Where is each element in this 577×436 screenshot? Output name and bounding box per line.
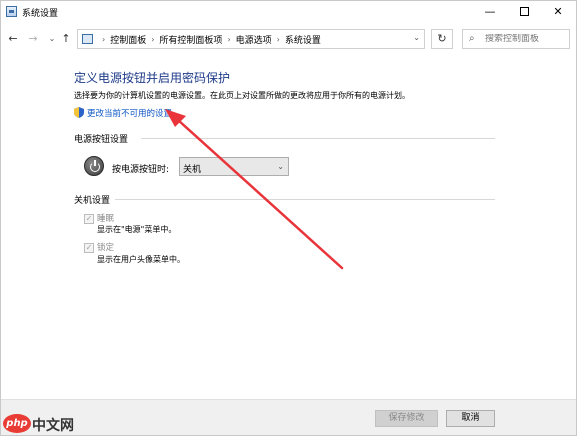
uac-shield-icon — [74, 107, 84, 118]
lock-description: 显示在用户头像菜单中。 — [97, 255, 185, 264]
chevron-right-icon[interactable]: › — [227, 35, 230, 44]
up-button[interactable]: ↑ — [59, 31, 73, 47]
save-changes-button[interactable]: 保存修改 — [375, 410, 438, 427]
breadcrumb-item-system-settings[interactable]: 系统设置 — [285, 33, 321, 46]
section-divider — [141, 138, 495, 139]
cancel-button[interactable]: 取消 — [446, 410, 495, 427]
recent-locations-dropdown[interactable]: ⌄ — [45, 31, 59, 47]
select-value: 关机 — [183, 165, 202, 175]
chevron-right-icon[interactable]: › — [151, 35, 154, 44]
close-button[interactable]: ✕ — [541, 1, 575, 23]
sleep-description: 显示在"电源"菜单中。 — [97, 225, 177, 234]
watermark-text: 中文网 — [32, 418, 74, 434]
power-button-label: 按电源按钮时: — [112, 165, 170, 175]
control-panel-icon — [82, 34, 93, 44]
minimize-button[interactable]: — — [473, 1, 507, 23]
chevron-down-icon[interactable]: ⌄ — [413, 33, 420, 42]
search-input[interactable] — [485, 34, 567, 44]
window-title: 系统设置 — [22, 9, 59, 19]
breadcrumb-item-power-options[interactable]: 电源选项 — [236, 33, 272, 46]
maximize-button[interactable] — [507, 1, 541, 23]
forward-button[interactable]: → — [26, 31, 40, 47]
lock-checkbox[interactable]: ✓ — [84, 243, 94, 253]
lock-label: 锁定 — [97, 243, 115, 253]
site-watermark: php 中文网 — [0, 413, 90, 435]
power-button-section-title: 电源按钮设置 — [74, 135, 129, 145]
title-bar: 系统设置 — ✕ — [1, 1, 576, 23]
refresh-button[interactable]: ↻ — [431, 29, 453, 49]
control-panel-icon — [6, 6, 17, 17]
page-title: 定义电源按钮并启用密码保护 — [74, 71, 231, 85]
chevron-right-icon: › — [102, 34, 106, 44]
sleep-checkbox[interactable]: ✓ — [84, 214, 94, 224]
page-description: 选择要为你的计算机设置的电源设置。在此页上对设置所做的更改将应用于你所有的电源计… — [74, 91, 410, 100]
power-icon — [84, 156, 104, 176]
maximize-icon — [519, 6, 529, 16]
breadcrumb: › 控制面板 › 所有控制面板项 › 电源选项 › 系统设置 — [97, 30, 321, 48]
breadcrumb-item-control-panel[interactable]: 控制面板 — [110, 33, 146, 46]
main-content: 定义电源按钮并启用密码保护 选择要为你的计算机设置的电源设置。在此页上对设置所做… — [1, 57, 576, 397]
chevron-right-icon[interactable]: › — [277, 35, 280, 44]
sleep-label: 睡眠 — [97, 214, 115, 224]
search-box[interactable]: ⌕ — [462, 29, 570, 49]
navigation-bar: ← → ⌄ ↑ › 控制面板 › 所有控制面板项 › 电源选项 › 系统设置 ⌄… — [1, 25, 576, 53]
chevron-down-icon: ⌄ — [277, 162, 284, 171]
power-button-action-select[interactable]: 关机 ⌄ — [179, 157, 289, 176]
watermark-logo: php — [3, 414, 31, 433]
back-button[interactable]: ← — [6, 31, 20, 47]
change-unavailable-settings-link[interactable]: 更改当前不可用的设置 — [87, 107, 172, 119]
section-divider — [115, 199, 495, 200]
shutdown-section-title: 关机设置 — [74, 196, 111, 206]
system-settings-window: 系统设置 — ✕ ← → ⌄ ↑ › 控制面板 › 所有控制面板项 › 电源选项… — [0, 0, 577, 436]
search-icon: ⌕ — [469, 33, 475, 44]
address-bar[interactable]: › 控制面板 › 所有控制面板项 › 电源选项 › 系统设置 ⌄ — [77, 29, 425, 49]
breadcrumb-item-all-items[interactable]: 所有控制面板项 — [159, 33, 222, 46]
